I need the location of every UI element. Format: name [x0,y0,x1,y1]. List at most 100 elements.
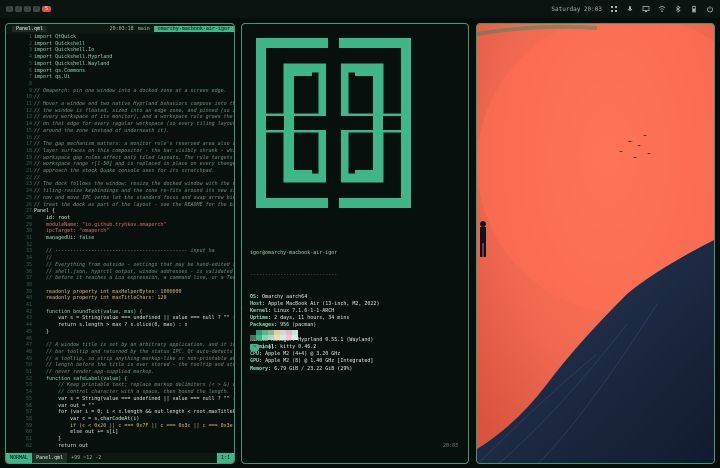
code-line: // every workspace of its monitor), and … [34,114,234,121]
ff-value: Hyprland 0.55.1 (Wayland) [298,336,374,343]
line-number: 13 [25,114,32,121]
ff-value: 2 days, 11 hours, 34 mins [274,315,350,322]
code-line: // Omaperch: pin one window into a docke… [34,87,227,94]
file-tab[interactable]: Panel.qml [12,26,48,32]
code-line: // on that edge for every regular worksp… [34,121,234,128]
wallpaper-window[interactable] [476,23,715,464]
battery-icon[interactable] [690,5,698,13]
code-line: // a tooltip, so strip anything markup-l… [34,355,234,362]
code-line: // [34,174,41,181]
code-line: function safeLabel(value) { [34,375,128,382]
prompt-symbol: ❯ [] [262,344,275,350]
sunset-wallpaper-image [477,24,714,463]
cursor-position: 1:1 [216,453,234,463]
line-number: 24 [25,188,32,195]
host-label: omarchy-macbook-air-igor [153,26,234,32]
code-line: } [34,436,62,442]
ff-row: Kernel: Linux 7.1.6-1-1-ARCH [250,308,379,315]
line-number: 19 [25,154,32,161]
line-number: 34 [25,255,32,262]
line-number: 3 [28,47,32,54]
line-number: 31 [25,235,32,241]
ff-value: Omarchy aarch64 [262,293,308,300]
code-line: // Keep printable text; replace markup d… [34,382,234,389]
ff-header: igor@omarchy-macbook-air-igor [250,250,338,257]
ff-key: Memory: [250,365,272,372]
workspace-1[interactable]: 1 [6,6,13,12]
code-line: // around the zone instead of underneath… [34,127,170,134]
bluetooth-icon[interactable] [674,5,682,13]
code-line: // tiling resize keybindings and the zon… [34,188,234,195]
power-icon[interactable] [706,5,714,13]
editor-window[interactable]: Panel.qml 20:03:18 main omarchy-macbook-… [5,23,235,464]
line-number: 4 [28,54,32,61]
code-line: // before it reaches a Lua expression, a… [34,275,234,282]
line-number: 49 [25,355,32,362]
line-number: 59 [25,422,32,429]
workspace-2[interactable]: 2 [15,6,22,12]
code-line: var s = String(value === undefined || va… [34,395,234,402]
git-diff-stats: +99 ~12 -2 [71,455,102,461]
line-number: 6 [28,67,32,74]
line-number: 9 [28,87,32,94]
line-number: 58 [25,415,32,422]
omarchy-logo [256,38,411,208]
workspace-4[interactable]: 4 [33,6,40,12]
mode-indicator: NORMAL [6,453,33,463]
line-number: 37 [25,275,32,282]
line-number: 14 [25,121,32,128]
ff-key: Uptime: [250,315,272,322]
line-number: 44 [25,322,32,329]
mic-icon[interactable] [626,5,634,13]
ff-value: Apple M2 (8) @ 1.40 GHz [Integrated] [265,358,374,365]
code-line: var c = s.charCodeAt(i) [34,415,140,422]
ff-row: Host: Apple MacBook Air (13-inch, M2, 20… [250,301,379,308]
clock[interactable]: Saturday 20:03 [551,6,602,13]
code-line: ipcTarget: "omaperch" [34,228,110,235]
line-number: 36 [25,268,32,275]
line-number: 62 [25,442,32,449]
line-number: 7 [28,74,32,81]
shell-prompt[interactable]: ~ ❯ [] [250,344,274,351]
line-number: 32 [25,241,32,248]
code-line: else out += s[i] [34,429,119,436]
line-number: 50 [25,362,32,369]
editor-time: 20:03:18 [109,26,134,32]
code-line: managedUi: false [34,235,95,241]
code-line: // the window is floated, sized into an … [34,107,234,114]
ff-key: GPU: [250,358,263,365]
terminal-window[interactable]: igor@omarchy-macbook-air-igor ----------… [241,23,469,464]
color-palette [250,330,298,340]
line-number: 41 [25,302,32,308]
code-line: readonly property int maxHelperBytes: 10… [34,288,182,295]
ff-key: Kernel: [250,308,272,315]
ff-key: CPU: [250,351,263,358]
monitor-icon[interactable] [642,5,650,13]
line-number: 21 [25,168,32,174]
line-number: 10 [25,94,32,101]
workspace-3[interactable]: 3 [24,6,31,12]
line-number: 27 [25,208,32,215]
ff-row: Packages: 956 (pacman) [250,322,379,329]
code-line: for (var i = 0; i < s.length && out.leng… [34,409,234,416]
wifi-icon[interactable] [658,5,666,13]
top-bar: 12345 Saturday 20:03 [0,0,720,18]
workspace-5[interactable]: 5 [42,6,51,12]
line-number: 55 [25,395,32,402]
line-number: 15 [25,127,32,134]
line-number: 53 [25,382,32,389]
code-area[interactable]: 1 import QtQuick 2 import Quickshell 3 import… [6,34,234,453]
code-line: import Quickshell.Io [34,47,95,54]
ff-key: Packages: [250,322,278,329]
apps-icon[interactable] [610,5,618,13]
code-line: // [34,134,41,141]
code-line: var out = "" [34,402,95,409]
code-line: if (c < 0x20 || c === 0x7F || c === 0x3c… [34,422,234,429]
fastfetch-info: igor@omarchy-macbook-air-igor ----------… [250,236,379,387]
ff-value: 6.79 GiB / 23.22 GiB (29%) [274,365,353,372]
code-line: import qs.Commons [34,67,86,74]
code-line: // The gap mechanism matters: a monitor … [34,141,234,148]
line-number: 16 [25,134,32,141]
line-number: 46 [25,335,32,342]
line-number: 29 [25,221,32,228]
